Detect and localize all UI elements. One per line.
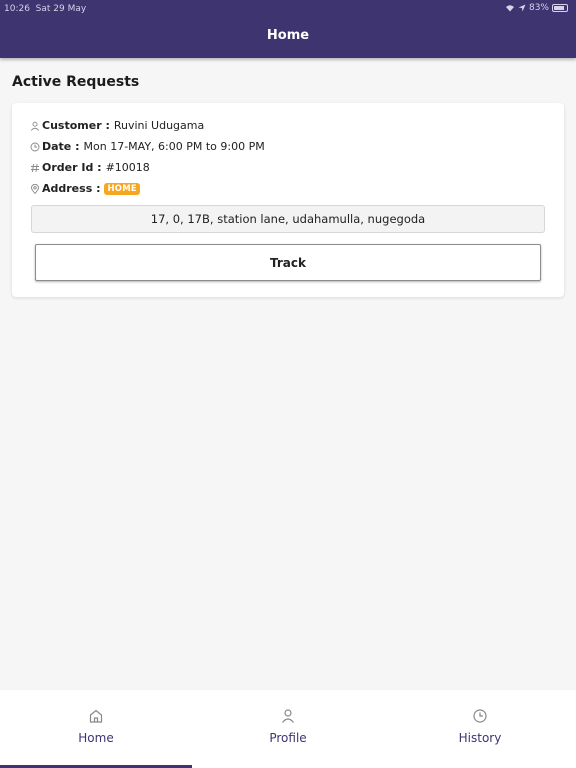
date-row: Date : Mon 17-MAY, 6:00 PM to 9:00 PM [30,140,265,153]
status-indicators: 83% [505,3,568,13]
order-id-label: Order Id : [42,161,102,174]
status-bar: 10:26 Sat 29 May 83% [0,0,576,18]
bottom-navigation: Home Profile History [0,690,576,768]
date-value: Mon 17-MAY, 6:00 PM to 9:00 PM [83,140,265,153]
home-icon [89,709,103,723]
date-label: Date : [42,140,80,153]
section-title: Active Requests [12,74,140,90]
order-row: Order Id : #10018 [30,161,150,174]
address-row: Address : HOME [30,182,140,195]
status-date: Sat 29 May [35,4,87,14]
nav-profile[interactable]: Profile [192,690,384,768]
nav-profile-label: Profile [269,731,307,745]
location-arrow-icon [518,4,526,12]
battery-fill [554,6,564,10]
page-title: Home [266,28,310,43]
customer-label: Customer : [42,119,110,132]
status-time: 10:26 [4,4,30,14]
track-button[interactable]: Track [35,244,541,281]
battery-icon [552,4,568,12]
battery-percent: 83% [528,3,549,13]
user-icon [30,121,40,131]
status-time-date: 10:26 Sat 29 May [4,4,86,14]
history-clock-icon [473,709,487,723]
customer-value: Ruvini Udugama [113,119,205,132]
user-icon [282,709,294,723]
order-id-value: #10018 [105,161,150,174]
nav-history-label: History [458,731,502,745]
address-label: Address : [42,182,101,195]
customer-row: Customer : Ruvini Udugama [30,119,204,132]
nav-home-label: Home [78,731,114,745]
location-pin-icon [30,183,40,194]
request-card: Customer : Ruvini Udugama Date : Mon 17-… [12,103,564,297]
address-text: 17, 0, 17B, station lane, udahamulla, nu… [31,205,545,233]
hash-icon [30,163,40,173]
app-header: 10:26 Sat 29 May 83% Home [0,0,576,58]
clock-icon [30,142,40,152]
address-type-badge: HOME [104,182,140,195]
wifi-icon [505,5,514,12]
nav-home[interactable]: Home [0,690,192,768]
nav-history[interactable]: History [384,690,576,768]
